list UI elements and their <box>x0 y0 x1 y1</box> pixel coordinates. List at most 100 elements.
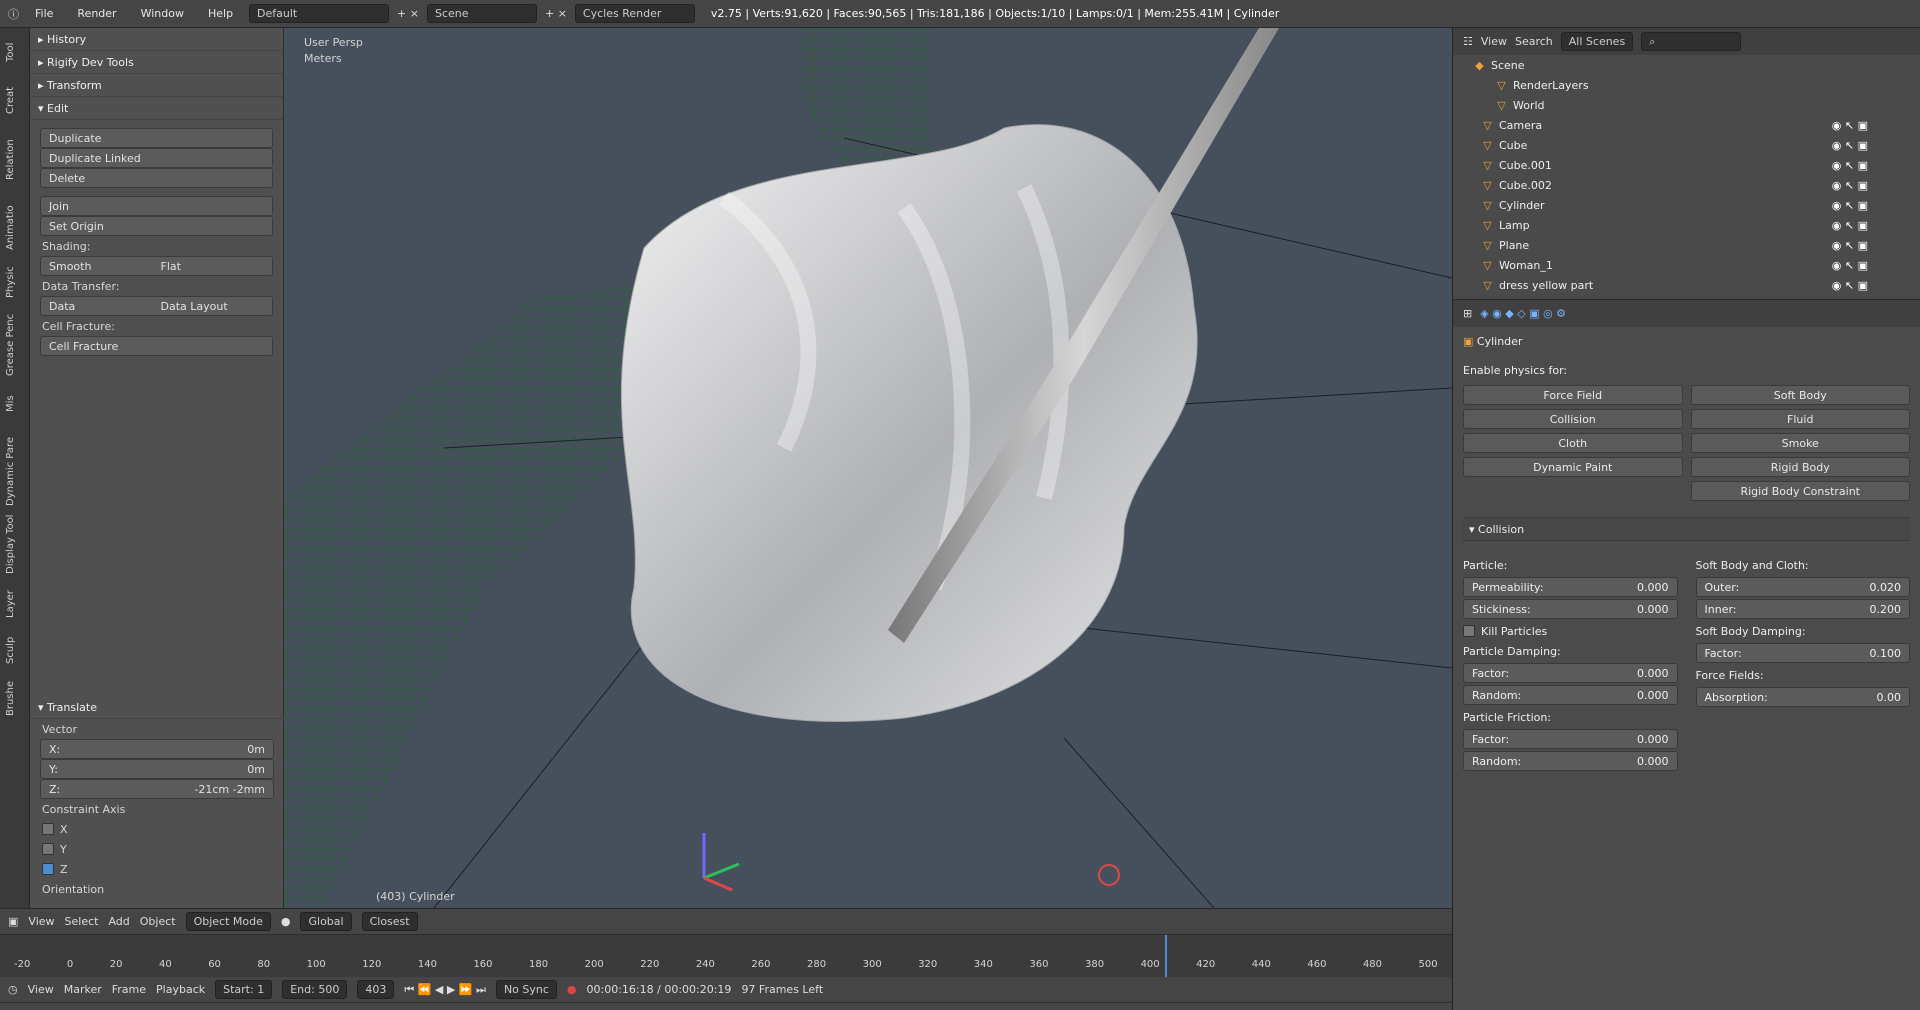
constraint-y[interactable]: Y <box>30 839 284 859</box>
playback-menu[interactable]: Playback <box>156 983 205 996</box>
render-engine-select[interactable]: Cycles Render <box>574 4 695 23</box>
layout-field[interactable]: Default <box>249 4 390 23</box>
tab-tool[interactable]: Tool <box>5 43 16 62</box>
absorption-field[interactable]: Absorption: 0.00 <box>1695 687 1910 707</box>
outliner-item[interactable]: ▽ RenderLayers <box>1453 75 1920 95</box>
soft-body-damping-factor[interactable]: Factor: 0.100 <box>1695 643 1910 663</box>
inner-field[interactable]: Inner: 0.200 <box>1695 599 1910 619</box>
tab-grease-pencil[interactable]: Grease Penc <box>5 314 16 376</box>
current-frame-field[interactable]: 403 <box>357 980 395 999</box>
editor-type-icon[interactable]: ▣ <box>8 915 18 928</box>
frame-menu[interactable]: Frame <box>112 983 146 996</box>
flat-button[interactable]: Flat <box>161 260 273 273</box>
outliner-item[interactable]: ▽ Cube.002 ◉ ↖ ▣ <box>1453 175 1920 195</box>
tab-sculpt[interactable]: Sculp <box>5 637 16 664</box>
set-origin-button[interactable]: Set Origin <box>40 216 273 236</box>
smooth-button[interactable]: Smooth <box>49 260 161 273</box>
end-frame[interactable]: End: 500 <box>282 980 348 999</box>
translate-y-field[interactable]: Y: 0m <box>40 759 274 779</box>
outliner-search-menu[interactable]: Search <box>1515 35 1553 48</box>
scene-field[interactable]: Scene <box>426 4 537 23</box>
physics-toggle-button[interactable]: Rigid Body Constraint <box>1690 481 1910 501</box>
record-icon[interactable]: ● <box>567 983 577 996</box>
outliner-item[interactable]: ▽ Lamp ◉ ↖ ▣ <box>1453 215 1920 235</box>
mode-select[interactable]: Object Mode <box>185 912 271 931</box>
constraint-x[interactable]: X <box>30 819 284 839</box>
delete-button[interactable]: Delete <box>40 168 273 188</box>
tab-create[interactable]: Creat <box>5 87 16 114</box>
duplicate-button[interactable]: Duplicate <box>40 128 273 148</box>
outliner-editor-icon[interactable]: ☷ <box>1463 35 1473 48</box>
join-button[interactable]: Join <box>40 196 273 216</box>
outliner-item[interactable]: ▽ World <box>1453 95 1920 115</box>
physics-toggle-button[interactable]: Rigid Body <box>1690 457 1910 477</box>
info-icon[interactable]: ⓘ <box>8 6 19 22</box>
rigify-panel[interactable]: ▸ Rigify Dev Tools <box>30 51 283 74</box>
transform-panel[interactable]: ▸ Transform <box>30 74 283 97</box>
constraint-z[interactable]: Z <box>30 859 284 879</box>
menu-file[interactable]: File <box>27 7 61 20</box>
physics-toggle-button[interactable]: Smoke <box>1690 433 1910 453</box>
3d-cursor-icon[interactable] <box>1098 864 1120 886</box>
visibility-icons[interactable]: ◉ ↖ ▣ <box>1832 179 1868 192</box>
timeline-view-menu[interactable]: View <box>28 983 54 996</box>
snap-select[interactable]: Closest <box>361 912 418 931</box>
outliner-item[interactable]: ▽ Cylinder ◉ ↖ ▣ <box>1453 195 1920 215</box>
cell-fracture-button[interactable]: Cell Fracture <box>40 336 273 356</box>
tab-relations[interactable]: Relation <box>5 139 16 180</box>
outliner-search-input[interactable]: ⌕ <box>1641 32 1742 51</box>
edit-panel[interactable]: ▾ Edit <box>30 97 283 120</box>
data-layout-button[interactable]: Data Layout <box>161 300 273 313</box>
timeline-editor-icon[interactable]: ◷ <box>8 983 18 996</box>
outliner-item[interactable]: ◆ Scene <box>1453 55 1920 75</box>
translate-x-field[interactable]: X: 0m <box>40 739 274 759</box>
translate-panel[interactable]: ▾ Translate <box>30 696 284 719</box>
select-menu[interactable]: Select <box>65 915 99 928</box>
damping-random-field[interactable]: Random: 0.000 <box>1463 685 1678 705</box>
physics-tab-icon[interactable]: ◈ ◉ ◆ ◇ ▣ ◎ ⚙ <box>1480 307 1566 320</box>
outliner-item[interactable]: ▽ Cube.001 ◉ ↖ ▣ <box>1453 155 1920 175</box>
add-menu[interactable]: Add <box>108 915 129 928</box>
friction-factor-field[interactable]: Factor: 0.000 <box>1463 729 1678 749</box>
tab-brushes[interactable]: Brushe <box>5 681 16 716</box>
data-button[interactable]: Data <box>49 300 161 313</box>
add-scene-icon[interactable]: + × <box>545 7 567 20</box>
tab-layer[interactable]: Layer <box>5 590 16 618</box>
outliner-item[interactable]: ▽ Camera ◉ ↖ ▣ <box>1453 115 1920 135</box>
properties-editor-icon[interactable]: ⊞ <box>1463 307 1472 320</box>
object-menu[interactable]: Object <box>140 915 176 928</box>
menu-render[interactable]: Render <box>69 7 124 20</box>
tab-animation[interactable]: Animatio <box>5 205 16 250</box>
tab-misc[interactable]: Mis <box>5 395 16 412</box>
outliner-view-menu[interactable]: View <box>1481 35 1507 48</box>
orientation-select[interactable]: Global <box>300 912 352 931</box>
visibility-icons[interactable]: ◉ ↖ ▣ <box>1832 199 1868 212</box>
history-panel[interactable]: ▸ History <box>30 28 283 51</box>
outliner-display-select[interactable]: All Scenes <box>1560 32 1634 51</box>
outliner-item[interactable]: ▽ Woman_1 ◉ ↖ ▣ <box>1453 255 1920 275</box>
visibility-icons[interactable]: ◉ ↖ ▣ <box>1832 219 1868 232</box>
current-frame-marker[interactable] <box>1165 935 1167 977</box>
physics-toggle-button[interactable]: Cloth <box>1463 433 1683 453</box>
outliner-item[interactable]: ▽ Plane ◉ ↖ ▣ <box>1453 235 1920 255</box>
visibility-icons[interactable]: ◉ ↖ ▣ <box>1832 239 1868 252</box>
start-frame[interactable]: Start: 1 <box>215 980 273 999</box>
physics-toggle-button[interactable]: Force Field <box>1463 385 1683 405</box>
tab-physics[interactable]: Physic <box>5 266 16 298</box>
outer-field[interactable]: Outer: 0.020 <box>1695 577 1910 597</box>
visibility-icons[interactable]: ◉ ↖ ▣ <box>1832 279 1868 292</box>
menu-help[interactable]: Help <box>200 7 241 20</box>
visibility-icons[interactable]: ◉ ↖ ▣ <box>1832 259 1868 272</box>
tab-dynamic-parent[interactable]: Dynamic Pare <box>5 437 16 506</box>
marker-menu[interactable]: Marker <box>64 983 102 996</box>
visibility-icons[interactable]: ◉ ↖ ▣ <box>1832 119 1868 132</box>
outliner-item[interactable]: ▽ Cube ◉ ↖ ▣ <box>1453 135 1920 155</box>
physics-toggle-button[interactable]: Collision <box>1463 409 1683 429</box>
sync-select[interactable]: No Sync <box>495 980 557 999</box>
damping-factor-field[interactable]: Factor: 0.000 <box>1463 663 1678 683</box>
view-menu[interactable]: View <box>28 915 54 928</box>
visibility-icons[interactable]: ◉ ↖ ▣ <box>1832 159 1868 172</box>
3d-viewport[interactable]: User Persp Meters (403) Cylinder <box>284 28 1452 908</box>
visibility-icons[interactable]: ◉ ↖ ▣ <box>1832 139 1868 152</box>
tab-display-tools[interactable]: Display Tool <box>5 515 16 574</box>
